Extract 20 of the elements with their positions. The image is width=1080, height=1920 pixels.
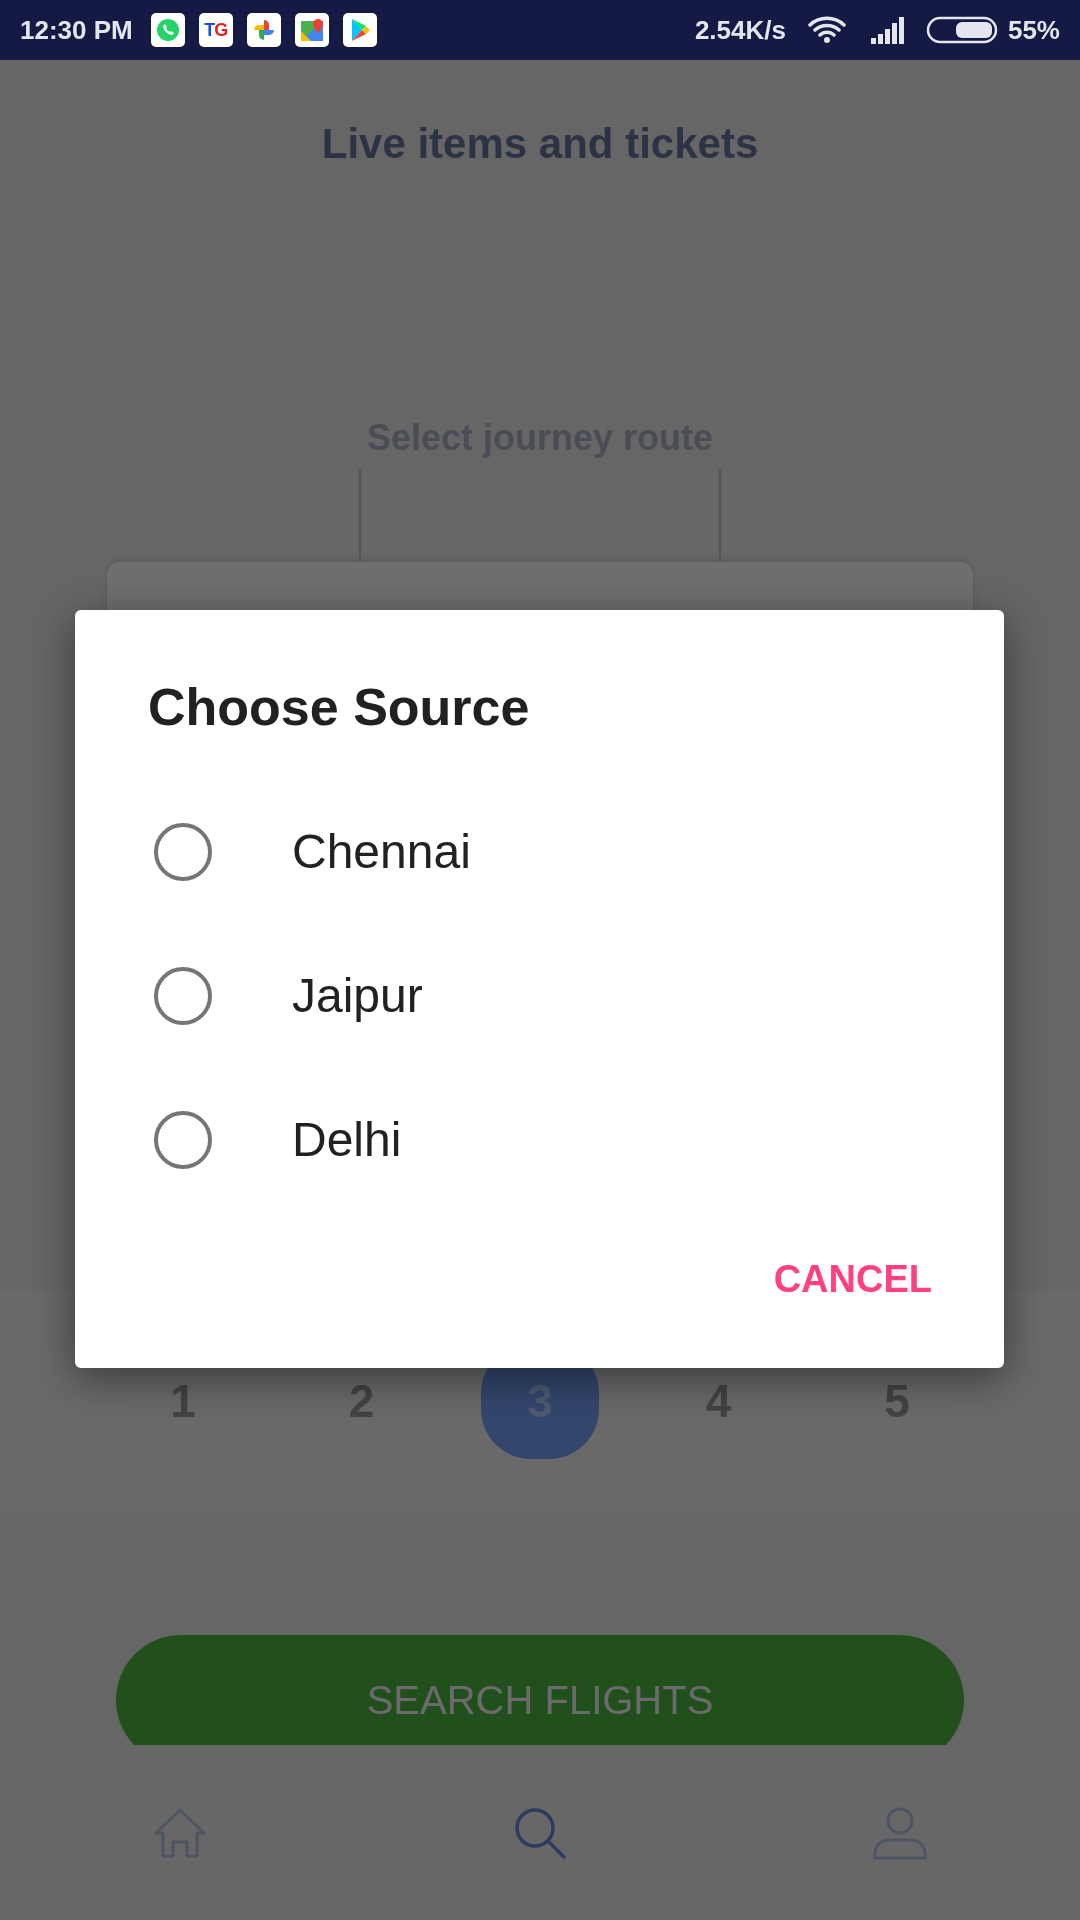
radio-option[interactable]: Jaipur (75, 924, 1004, 1068)
radio-icon[interactable] (154, 823, 212, 881)
radio-option[interactable]: Chennai (75, 780, 1004, 924)
radio-icon[interactable] (154, 1111, 212, 1169)
store-app-icon (342, 13, 377, 47)
status-time: 12:30 PM (20, 13, 133, 47)
map-app-icon (294, 13, 329, 47)
radio-icon[interactable] (154, 967, 212, 1025)
radio-option[interactable]: Delhi (75, 1068, 1004, 1212)
battery-icon (925, 16, 998, 44)
page-title: Live items and tickets (321, 120, 759, 168)
cancel-button[interactable]: CANCEL (761, 1243, 944, 1316)
search-flights-button[interactable]: SEARCH FLIGHTS (116, 1635, 964, 1745)
battery-percent: 55% (1007, 13, 1060, 47)
news-app-icon: TG (198, 13, 233, 47)
chat-app-icon (150, 13, 185, 47)
pinwheel-app-icon (246, 13, 281, 47)
wifi-icon (807, 16, 846, 44)
dialog-title: Choose Source (148, 677, 530, 738)
network-speed: 2.54K/s (694, 13, 786, 47)
